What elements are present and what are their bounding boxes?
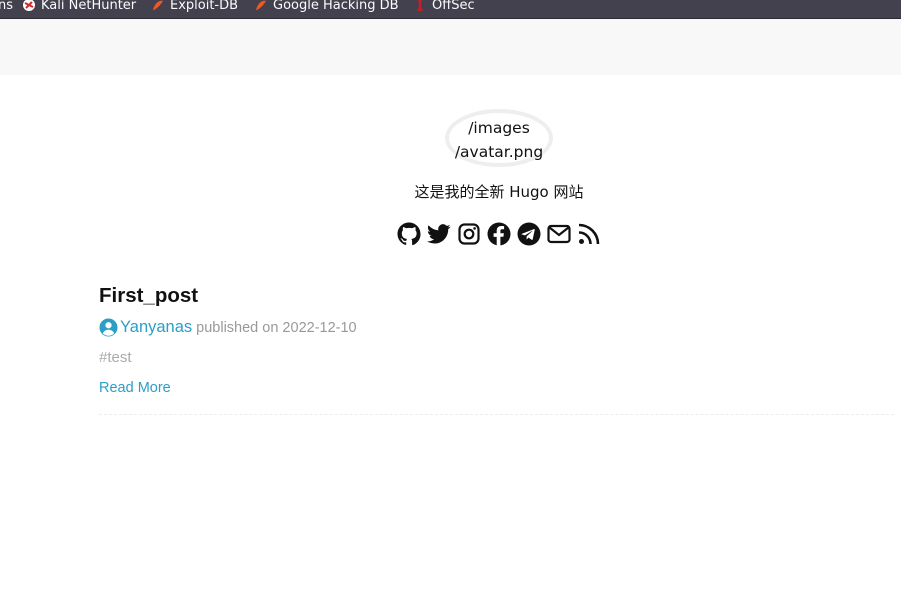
post-tag[interactable]: #test <box>99 349 132 366</box>
read-more-link[interactable]: Read More <box>99 380 171 396</box>
site-header <box>0 19 901 75</box>
ghdb-icon <box>254 0 268 12</box>
bookmark-google-hacking-db[interactable]: Google Hacking DB <box>254 0 399 15</box>
avatar-alt-line: /avatar.png <box>454 143 544 161</box>
bookmark-partial[interactable]: ns <box>0 0 13 15</box>
post-meta: Yanyanas published on 2022-12-10 <box>99 318 357 337</box>
telegram-icon[interactable] <box>516 221 542 247</box>
bookmark-label: Kali NetHunter <box>41 0 137 13</box>
github-icon[interactable] <box>396 221 422 247</box>
site-description: 这是我的全新 Hugo 网站 <box>414 183 584 201</box>
bookmark-offsec[interactable]: OffSec <box>413 0 475 15</box>
bookmark-label: OffSec <box>432 0 475 13</box>
post-title[interactable]: First_post <box>99 284 198 308</box>
bookmark-label: ns <box>0 0 14 13</box>
bookmarks-bar: ns Kali NetHunter Exploit-DB Google Hack… <box>0 0 901 19</box>
user-circle-icon <box>99 318 118 337</box>
bookmark-kali-nethunter[interactable]: Kali NetHunter <box>22 0 136 15</box>
social-links <box>396 221 602 247</box>
kali-nethunter-icon <box>22 0 36 12</box>
facebook-icon[interactable] <box>486 221 512 247</box>
post-date: published on 2022-12-10 <box>196 319 357 336</box>
avatar-alt-line: /images <box>468 119 530 137</box>
post-author-link[interactable]: Yanyanas <box>120 318 192 337</box>
bookmark-label: Google Hacking DB <box>273 0 399 13</box>
avatar-alt-text: /images /avatar.png <box>420 116 578 164</box>
offsec-icon <box>413 0 427 12</box>
bookmark-label: Exploit-DB <box>170 0 239 13</box>
post-divider <box>99 414 894 415</box>
exploit-db-icon <box>151 0 165 12</box>
twitter-icon[interactable] <box>426 221 452 247</box>
instagram-icon[interactable] <box>456 221 482 247</box>
rss-icon[interactable] <box>576 221 602 247</box>
email-icon[interactable] <box>546 221 572 247</box>
bookmark-exploit-db[interactable]: Exploit-DB <box>151 0 238 15</box>
